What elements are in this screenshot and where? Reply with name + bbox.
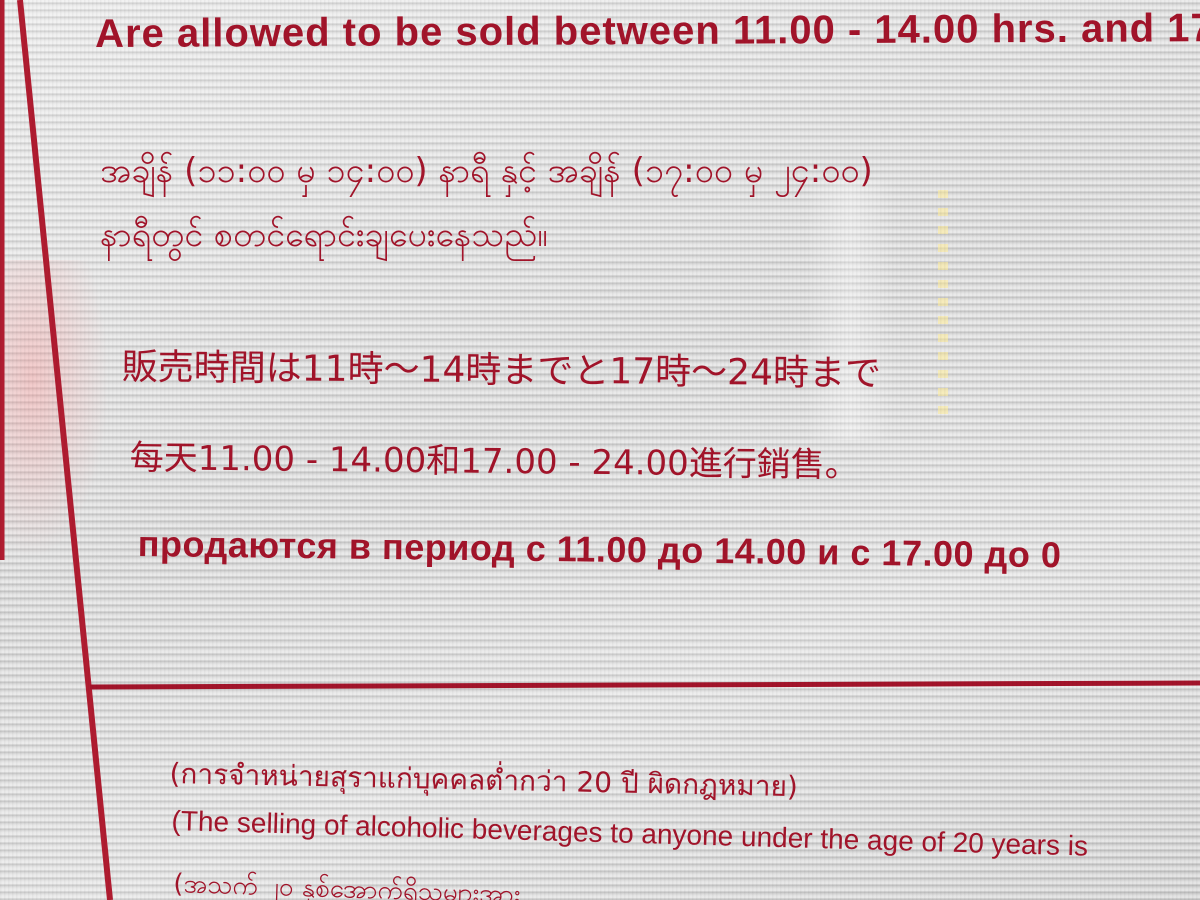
light-reflection-dots	[938, 190, 948, 420]
russian-hours-text: продаются в период с 11.00 до 14.00 и с …	[137, 523, 1062, 576]
thai-notice-text: (การจำหน่ายสุราแก่บุคคลต่ำกว่า 20 ปี ผิด…	[169, 756, 799, 804]
english-notice-text: (The selling of alcoholic beverages to a…	[171, 805, 1089, 862]
photo-scene: Are allowed to be sold between 11.00 - 1…	[0, 0, 1200, 900]
chinese-hours-text: 每天11.00 - 14.00和17.00 - 24.00進行銷售。	[129, 437, 859, 486]
burmese-hours-text-2: နာရီတွင် စတင်ရောင်းချပေးနေသည်။	[100, 215, 548, 255]
burmese-hours-text-1: အချိန် (၁၁:၀၀ မှ ၁၄:၀၀) နာရီ နှင့် အချိန…	[100, 151, 873, 191]
burmese-notice-text: (အသက် ၂၀ နှစ်အောက်ရှိသူများအား	[172, 868, 521, 900]
japanese-hours-text: 販売時間は11時～14時までと17時～24時まで	[121, 346, 882, 395]
english-hours-text: Are allowed to be sold between 11.00 - 1…	[95, 6, 1200, 56]
section-divider-line	[90, 680, 1200, 690]
sign-left-border	[0, 0, 113, 900]
light-reflection-left	[0, 260, 110, 560]
light-reflection-center	[805, 180, 955, 440]
